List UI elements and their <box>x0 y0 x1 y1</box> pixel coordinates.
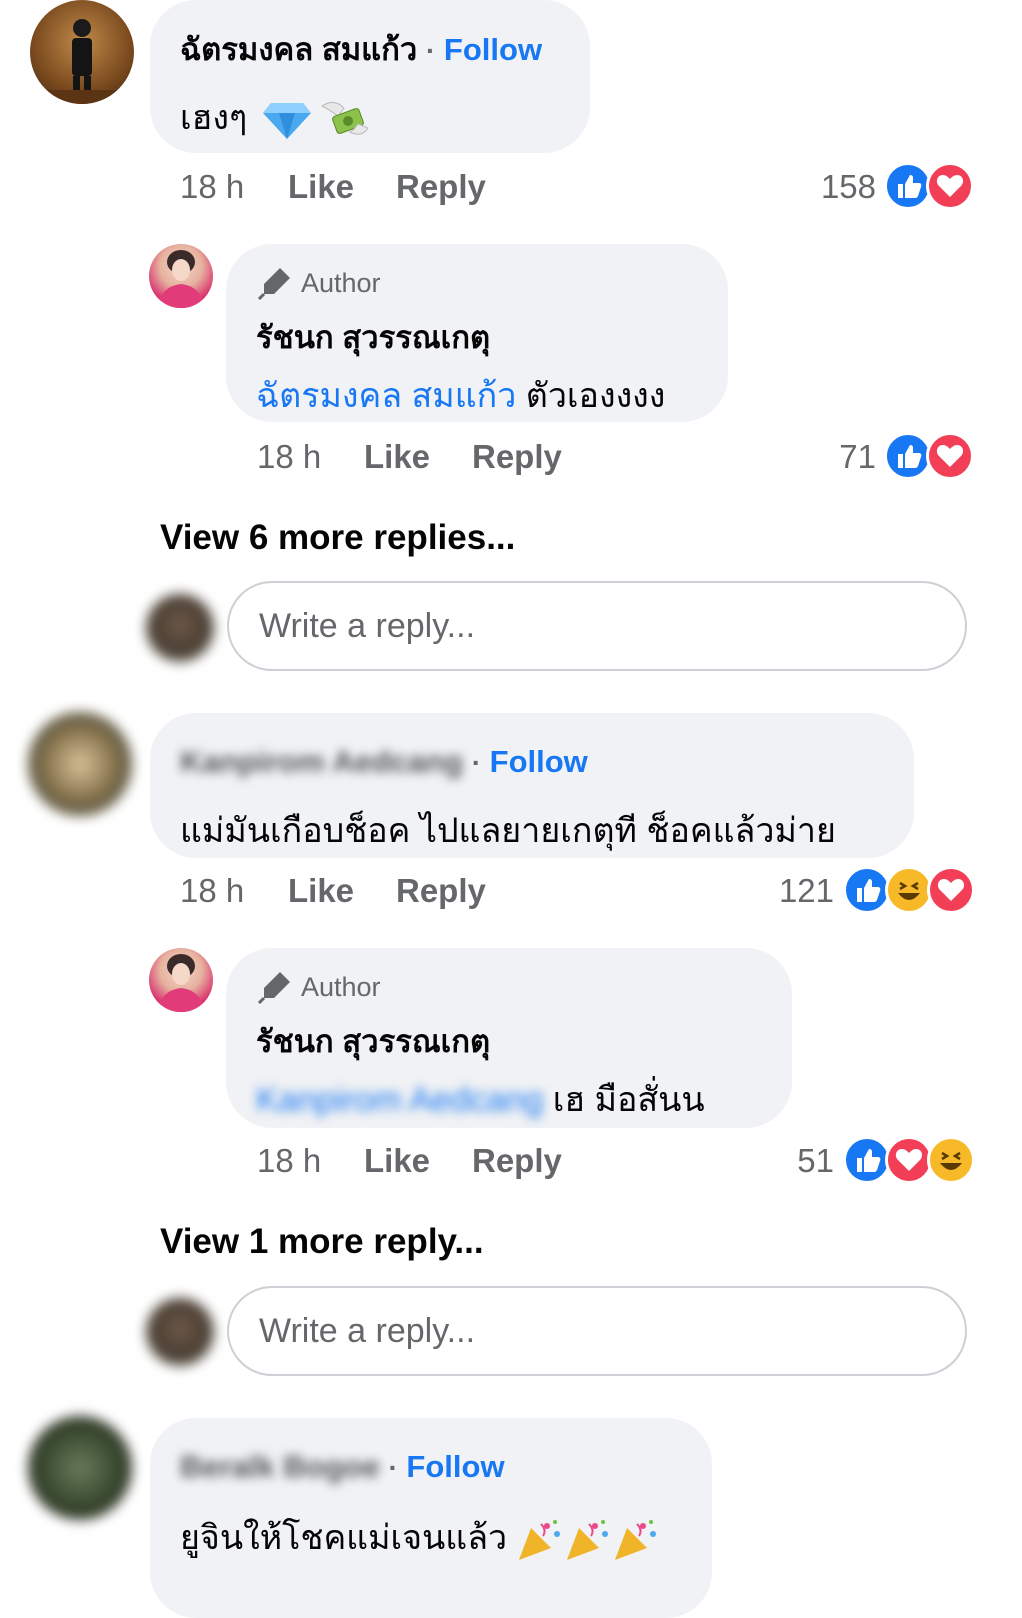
author-badge: Author <box>301 268 381 298</box>
view-more-replies-link[interactable]: View 6 more replies... <box>160 518 515 558</box>
commenter-name[interactable]: ฉัตรมงคล สมแก้ว · Follow <box>180 24 542 74</box>
like-reaction-icon[interactable] <box>843 866 891 914</box>
reply-text: ฉัตรมงคล สมแก้ว ตัวเองงงง <box>256 377 666 415</box>
reply-button[interactable]: Reply <box>396 872 486 910</box>
comment-timestamp[interactable]: 18 h <box>257 438 321 476</box>
avatar[interactable] <box>149 948 213 1012</box>
commenter-name[interactable]: รัชนก สุวรรณเกตุ <box>256 312 490 362</box>
view-more-replies-link[interactable]: View 1 more reply... <box>160 1222 484 1262</box>
reply-button[interactable]: Reply <box>472 438 562 476</box>
reaction-count[interactable]: 121 <box>720 872 834 910</box>
follow-button[interactable]: Follow <box>406 1449 504 1484</box>
haha-reaction-icon[interactable] <box>927 1136 975 1184</box>
money-with-wings-icon <box>321 102 369 135</box>
commenter-name[interactable]: Kanpirom Aedcang · Follow <box>180 744 588 780</box>
avatar[interactable] <box>149 244 213 308</box>
separator-dot: · <box>425 35 436 66</box>
commenter-name[interactable]: รัชนก สุวรรณเกตุ <box>256 1016 490 1066</box>
current-user-avatar[interactable] <box>146 594 214 662</box>
like-reaction-icon[interactable] <box>884 432 932 480</box>
like-button[interactable]: Like <box>288 872 354 910</box>
party-popper-icon <box>566 1520 608 1561</box>
love-reaction-icon[interactable] <box>926 432 974 480</box>
party-popper-icon <box>614 1520 656 1561</box>
comment-timestamp[interactable]: 18 h <box>180 168 244 206</box>
gem-icon <box>262 103 311 140</box>
mention-link[interactable]: Kanpirom Aedcang <box>256 1081 543 1119</box>
like-button[interactable]: Like <box>364 1142 430 1180</box>
like-button[interactable]: Like <box>288 168 354 206</box>
party-popper-icon <box>518 1520 560 1561</box>
separator-dot: · <box>471 747 482 778</box>
reply-text: Kanpirom Aedcang เฮ มือสั่นน <box>256 1081 705 1119</box>
comment-text: แม่มันเกือบช็อค ไปแลยายเกตุที ช็อคแล้วม่… <box>180 812 836 850</box>
reaction-count[interactable]: 158 <box>760 168 876 206</box>
comment-text: เฮงๆ <box>180 90 370 144</box>
mention-link[interactable]: ฉัตรมงคล สมแก้ว <box>256 377 516 415</box>
separator-dot: · <box>388 1452 398 1483</box>
comment-timestamp[interactable]: 18 h <box>257 1142 321 1180</box>
person-silhouette-icon <box>30 19 134 104</box>
reply-input[interactable] <box>227 581 967 671</box>
like-reaction-icon[interactable] <box>884 162 932 210</box>
love-reaction-icon[interactable] <box>926 162 974 210</box>
person-portrait-icon <box>157 250 205 308</box>
haha-reaction-icon[interactable] <box>885 866 933 914</box>
follow-button[interactable]: Follow <box>444 32 542 67</box>
like-reaction-icon[interactable] <box>843 1136 891 1184</box>
avatar[interactable] <box>28 1416 132 1520</box>
love-reaction-icon[interactable] <box>927 866 975 914</box>
microphone-badge-icon <box>258 268 290 300</box>
person-portrait-icon <box>157 954 205 1012</box>
reaction-count[interactable]: 71 <box>760 438 876 476</box>
avatar[interactable] <box>30 0 134 104</box>
reply-button[interactable]: Reply <box>472 1142 562 1180</box>
comment-timestamp[interactable]: 18 h <box>180 872 244 910</box>
current-user-avatar[interactable] <box>146 1298 214 1366</box>
comment-text: ยูจินให้โชคแม่เจนแล้ว <box>180 1510 661 1564</box>
like-button[interactable]: Like <box>364 438 430 476</box>
commenter-name[interactable]: Beralk Bogoe · Follow <box>180 1449 505 1485</box>
reaction-count[interactable]: 51 <box>720 1142 834 1180</box>
author-badge: Author <box>301 972 381 1002</box>
avatar[interactable] <box>28 712 132 816</box>
love-reaction-icon[interactable] <box>885 1136 933 1184</box>
reply-button[interactable]: Reply <box>396 168 486 206</box>
reply-input[interactable] <box>227 1286 967 1376</box>
follow-button[interactable]: Follow <box>490 744 588 779</box>
microphone-badge-icon <box>258 972 290 1004</box>
